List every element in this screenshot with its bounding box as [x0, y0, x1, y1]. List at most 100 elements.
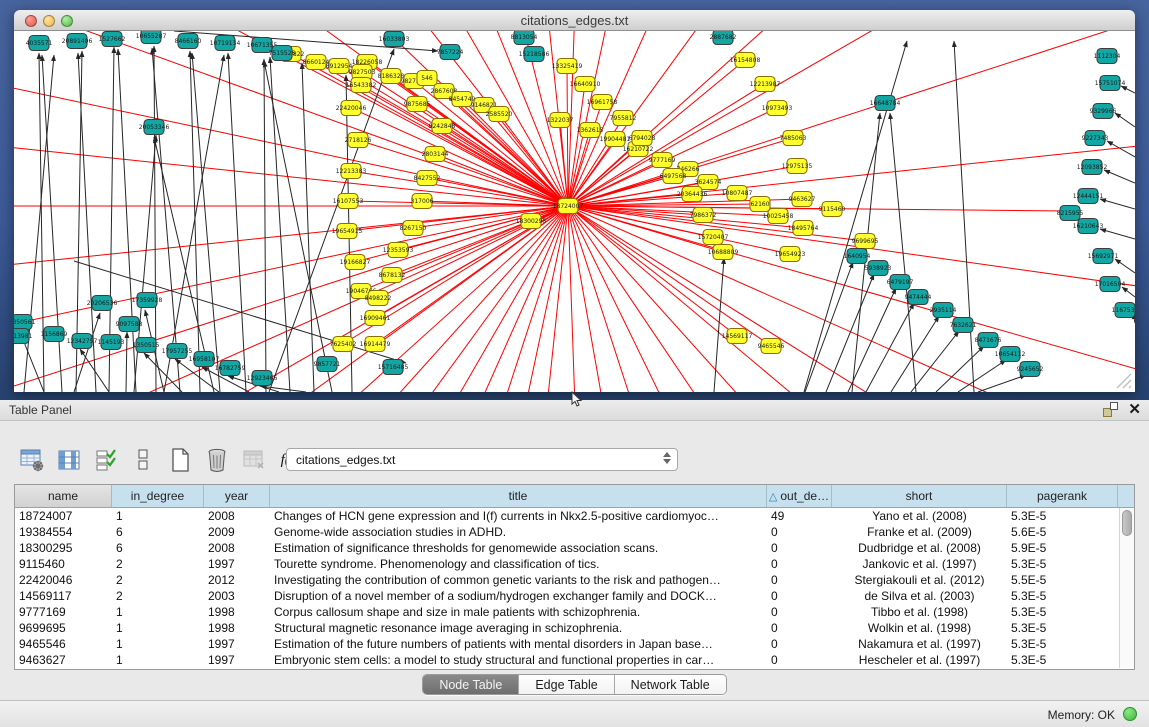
graph-node[interactable]: 12213383 [336, 164, 367, 179]
float-panel-icon[interactable] [1103, 402, 1118, 417]
graph-node[interactable]: 2585520 [486, 107, 513, 122]
import-table-icon[interactable] [240, 446, 268, 474]
table-selector-dropdown[interactable]: citations_edges.txt [286, 448, 678, 471]
graph-node[interactable]: 8215955 [1057, 206, 1084, 221]
graph-node[interactable]: 5938923 [865, 261, 892, 276]
graph-node[interactable]: 7857224 [437, 45, 464, 60]
scrollbar-thumb[interactable] [1122, 510, 1132, 536]
graph-node[interactable]: 1350561 [14, 315, 36, 330]
column-header-name[interactable]: name [15, 485, 112, 507]
table-row[interactable]: 2242004622012Investigating the contribut… [15, 572, 1134, 588]
column-header-short[interactable]: short [832, 485, 1007, 507]
table-row[interactable]: 977716911998Corpus callosum shape and si… [15, 604, 1134, 620]
graph-node[interactable]: 9115460 [819, 202, 846, 217]
graph-node[interactable]: 19166827 [340, 255, 371, 270]
graph-node[interactable]: 7986372 [690, 208, 717, 223]
graph-node[interactable]: 19654923 [775, 247, 806, 262]
graph-node[interactable]: 17359928 [132, 293, 163, 308]
column-header-pagerank[interactable]: pagerank [1007, 485, 1118, 507]
graph-node[interactable]: 1350515 [133, 338, 160, 353]
table-row[interactable]: 1872400712008Changes of HCN gene express… [15, 508, 1134, 524]
graph-node[interactable]: 7625402 [330, 337, 357, 352]
graph-node[interactable]: 10654112 [995, 347, 1026, 362]
graph-node[interactable]: 7632621 [950, 318, 977, 333]
graph-node[interactable]: 6794028 [629, 131, 656, 146]
graph-node[interactable]: 12444151 [1073, 189, 1104, 204]
graph-node[interactable]: 19904481 [600, 132, 631, 147]
graph-node[interactable]: 9777169 [649, 153, 676, 168]
resize-grip[interactable] [1111, 368, 1133, 390]
table-row[interactable]: 1938455462009Genome-wide association stu… [15, 524, 1134, 540]
graph-node[interactable]: 16640910 [570, 77, 601, 92]
graph-node[interactable]: 9857721 [314, 357, 341, 372]
graph-node[interactable]: 10688809 [708, 245, 739, 260]
graph-node[interactable]: 9227343 [1082, 131, 1109, 146]
column-header-year[interactable]: year [204, 485, 270, 507]
select-all-icon[interactable] [92, 446, 120, 474]
graph-node[interactable]: 1640954 [844, 249, 871, 264]
graph-node[interactable]: 317006 [411, 194, 434, 209]
graph-node[interactable]: 4035571 [26, 36, 53, 51]
column-header-indegree[interactable]: in_degree [112, 485, 204, 507]
graph-node[interactable]: 10807487 [722, 186, 753, 201]
graph-node[interactable]: 20053346 [139, 120, 170, 135]
graph-node[interactable]: 9097588 [116, 317, 143, 332]
graph-node[interactable]: 8267150 [400, 221, 427, 236]
graph-node[interactable]: 14569117 [722, 329, 753, 344]
graph-node[interactable]: 2935114 [930, 303, 957, 318]
tab-node-table[interactable]: Node Table [423, 675, 519, 694]
graph-node[interactable]: 1156869 [41, 327, 68, 342]
graph-node[interactable]: 9242848 [429, 119, 456, 134]
graph-node[interactable]: 546 [417, 71, 437, 86]
graph-node[interactable]: 18495764 [788, 221, 819, 236]
graph-node[interactable]: 9474444 [905, 290, 932, 305]
column-header-title[interactable]: title [270, 485, 767, 507]
network-graph[interactable]: 1872400716154808122139871097349374850631… [14, 31, 1135, 392]
graph-node[interactable]: 12213987 [750, 77, 781, 92]
tab-edge-table[interactable]: Edge Table [519, 675, 614, 694]
graph-node[interactable]: 15716485 [378, 360, 409, 375]
graph-node[interactable]: 9875685 [404, 97, 431, 112]
graph-node[interactable]: 8813054 [511, 31, 538, 45]
network-canvas[interactable]: 1872400716154808122139871097349374850631… [14, 31, 1135, 392]
graph-node[interactable]: 19654915 [332, 224, 363, 239]
graph-node[interactable]: 7955812 [610, 111, 637, 126]
graph-node[interactable]: 17016504 [1095, 277, 1126, 292]
graph-node[interactable]: 8498222 [365, 291, 392, 306]
graph-node[interactable]: 1167533 [1112, 303, 1135, 318]
graph-node[interactable]: 8427552 [414, 171, 441, 186]
graph-node[interactable]: 7515526 [269, 46, 296, 61]
graph-node[interactable]: 16033803 [379, 32, 410, 47]
graph-node[interactable]: 8471676 [975, 333, 1002, 348]
network-window-titlebar[interactable]: citations_edges.txt [14, 10, 1135, 31]
graph-node[interactable]: 9699695 [852, 234, 879, 249]
graph-node[interactable]: 13325419 [552, 59, 583, 74]
graph-node[interactable]: 2887682 [710, 31, 737, 45]
table-row[interactable]: 969969511998Structural magnetic resonanc… [15, 620, 1134, 636]
graph-node[interactable]: 7485063 [780, 131, 807, 146]
graph-node[interactable]: 1322037 [547, 113, 574, 128]
graph-node[interactable]: 1362615 [577, 123, 604, 138]
graph-node[interactable]: 1112304 [1094, 49, 1121, 64]
graph-node[interactable]: 9465546 [758, 339, 785, 354]
graph-node[interactable]: 6479197 [887, 275, 914, 290]
graph-node[interactable]: 1145193 [98, 335, 125, 350]
graph-node[interactable]: 16154808 [730, 53, 761, 68]
graph-node[interactable]: 15720407 [698, 230, 729, 245]
graph-node[interactable]: 12975135 [782, 159, 813, 174]
deselect-all-icon[interactable] [129, 446, 157, 474]
graph-node[interactable]: 15692971 [1088, 249, 1119, 264]
table-row[interactable]: 1830029562008Estimation of significance … [15, 540, 1134, 556]
graph-node[interactable]: 9329966 [1090, 104, 1117, 119]
table-vertical-scrollbar[interactable] [1119, 508, 1134, 668]
create-table-icon[interactable] [166, 446, 194, 474]
graph-node[interactable]: 6497568 [660, 169, 687, 184]
graph-node[interactable]: 1527662 [99, 32, 126, 47]
graph-node[interactable]: 12093852 [1077, 160, 1108, 175]
delete-table-icon[interactable] [203, 446, 231, 474]
table-mode-icon[interactable] [18, 446, 46, 474]
memory-status-indicator[interactable] [1123, 707, 1137, 721]
table-row[interactable]: 911546021997Tourette syndrome. Phenomeno… [15, 556, 1134, 572]
tab-network-table[interactable]: Network Table [615, 675, 726, 694]
graph-node[interactable]: 2803144 [422, 147, 449, 162]
